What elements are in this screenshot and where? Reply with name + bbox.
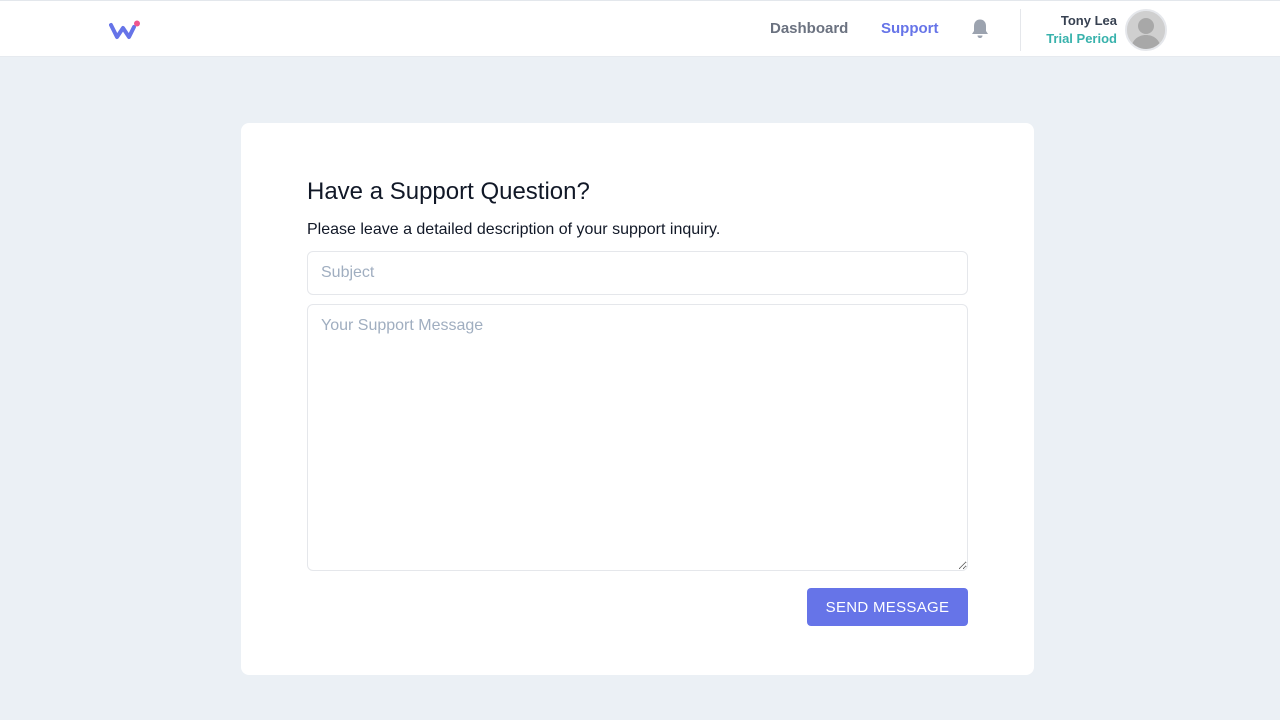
page-description: Please leave a detailed description of y… (307, 221, 721, 238)
navbar-divider (1020, 9, 1021, 51)
support-message-textarea[interactable] (307, 304, 968, 571)
bell-icon[interactable] (970, 18, 990, 40)
nav-support-link[interactable]: Support (881, 20, 939, 37)
w-logo-icon[interactable] (109, 19, 141, 41)
page-title: Have a Support Question? (307, 178, 590, 205)
user-name: Tony Lea (1060, 13, 1117, 28)
subject-input[interactable] (307, 251, 968, 295)
nav-dashboard-link[interactable]: Dashboard (770, 20, 848, 37)
support-form-card: Have a Support Question? Please leave a … (241, 123, 1034, 675)
top-navbar: Dashboard Support Tony Lea Trial Period (0, 0, 1280, 57)
send-message-button[interactable]: SEND MESSAGE (807, 588, 968, 626)
user-avatar[interactable] (1125, 9, 1167, 51)
user-avatar-icon (1127, 11, 1165, 49)
user-plan-badge: Trial Period (1046, 31, 1117, 46)
